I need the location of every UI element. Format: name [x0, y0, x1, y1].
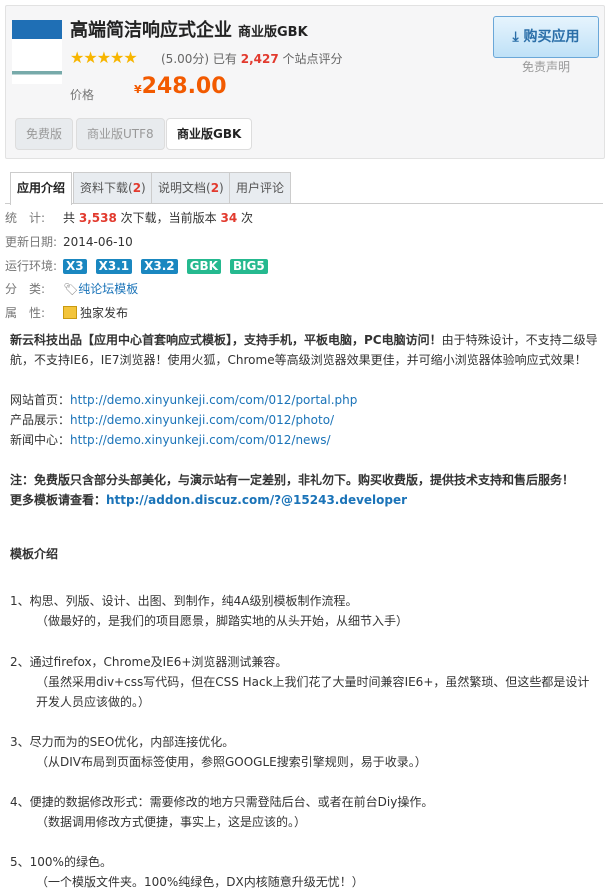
category-link[interactable]: 纯论坛模板 [78, 282, 138, 296]
rating-count: 2,427 [240, 52, 279, 66]
env-row: 运行环境: X3 X3.1 X3.2 GBK BIG5 [5, 257, 277, 274]
env-badge: GBK [186, 259, 221, 274]
tab-intro[interactable]: 应用介绍 [10, 172, 73, 205]
feature-item: 1、构思、列版、设计、出图、到制作，纯4A级别模板制作流程。 （做最好的，是我们的… [10, 594, 409, 628]
app-thumbnail[interactable] [12, 20, 62, 84]
env-badge: BIG5 [229, 259, 268, 274]
env-badge: X3.2 [141, 259, 178, 274]
demo-link[interactable]: http://demo.xinyunkeji.com/com/012/porta… [70, 393, 357, 407]
tab-docs[interactable]: 说明文档(2) [151, 172, 231, 203]
tab-reviews[interactable]: 用户评论 [229, 172, 292, 203]
intro-title: 模板介绍 [10, 547, 59, 561]
attr-row: 属 性: 独家发布 [5, 306, 129, 320]
download-icon: ⤓ [512, 29, 524, 45]
feature-item: 3、尽力而为的SEO优化，内部连接优化。 （从DIV布局到页面标签使用，参照GOO… [10, 735, 427, 769]
price-label: 价格 [70, 88, 95, 102]
disclaimer-link[interactable]: 免责声明 [522, 58, 570, 75]
edition-label: 商业版GBK [238, 25, 308, 40]
stats-row: 统 计: 共 3,538 次下载，当前版本 34 次 [5, 211, 254, 225]
env-badge: X3.1 [95, 259, 133, 274]
demo-link[interactable]: http://demo.xinyunkeji.com/com/012/news/ [70, 433, 331, 447]
rating-text: (5.00分) 已有 2,427 个站点评分 [161, 52, 343, 66]
version-free-button[interactable]: 免费版 [15, 118, 74, 150]
more-templates-link[interactable]: http://addon.discuz.com/?@15243.develope… [106, 493, 407, 507]
category-row: 分 类: 🏷纯论坛模板 [5, 282, 139, 296]
exclusive-icon [63, 306, 77, 319]
tag-icon: 🏷 [63, 282, 79, 296]
title-text: 高端简洁响应式企业 [70, 20, 232, 41]
env-badge: X3 [63, 259, 87, 274]
app-title: 高端简洁响应式企业 商业版GBK [70, 16, 308, 42]
price: ¥248.00 [134, 74, 227, 99]
star-rating-icon: ★★★★★ [70, 48, 138, 67]
feature-item: 5、100%的绿色。 （一个模版文件夹。100%纯绿色，DX内核随意升级无忧！） [10, 855, 364, 889]
version-utf8-button[interactable]: 商业版UTF8 [76, 118, 165, 150]
feature-item: 2、通过firefox，Chrome及IE6+浏览器测试兼容。 （虽然采用div+… [10, 655, 590, 709]
feature-item: 4、便捷的数据修改形式：需要修改的地方只需登陆后台、或者在前台Diy操作。 （数据… [10, 795, 434, 829]
demo-links: 网站首页：http://demo.xinyunkeji.com/com/012/… [10, 393, 358, 447]
note: 注：免费版只含部分头部美化，与演示站有一定差别，非礼勿下。购买收费版，提供技术支… [10, 473, 575, 507]
demo-link[interactable]: http://demo.xinyunkeji.com/com/012/photo… [70, 413, 334, 427]
description: 新云科技出品【应用中心首套响应式模板】，支持手机，平板电脑，PC电脑访问！由于特… [10, 333, 598, 367]
version-gbk-button[interactable]: 商业版GBK [166, 118, 253, 150]
tab-downloads[interactable]: 资料下载(2) [73, 172, 153, 203]
date-row: 更新日期: 2014-06-10 [5, 235, 133, 249]
tab-bar [5, 203, 603, 204]
buy-app-button[interactable]: ⤓ 购买应用 [493, 16, 599, 58]
